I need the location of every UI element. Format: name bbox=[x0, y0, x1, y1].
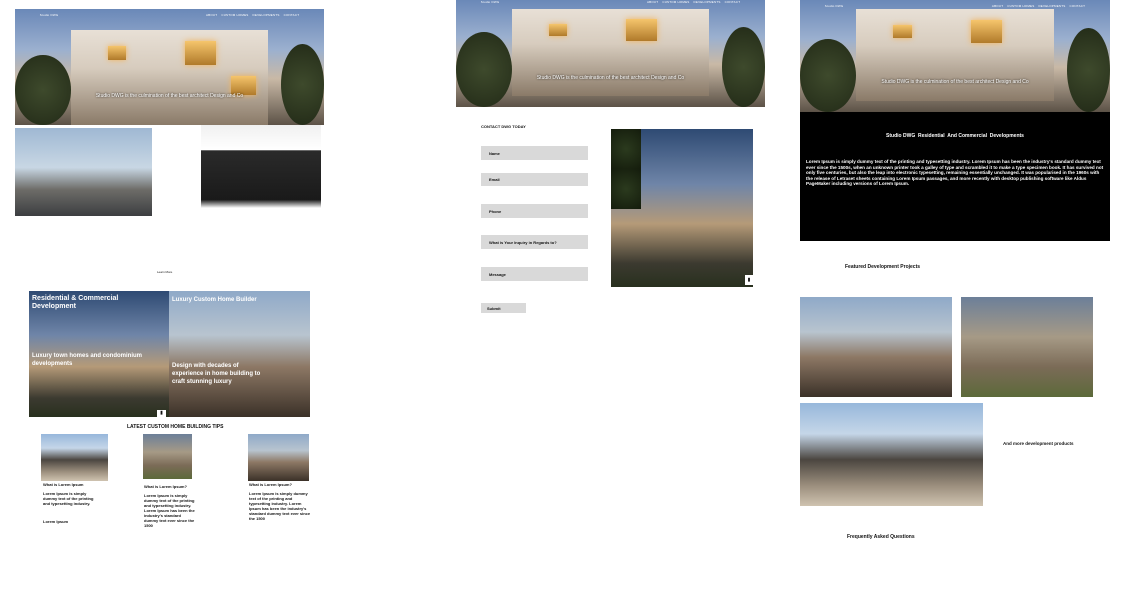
promo-residential-subtitle: Luxury town homes and condominium develo… bbox=[32, 353, 143, 367]
tip-image-2[interactable] bbox=[143, 434, 192, 479]
nav-link-contact[interactable]: CONTACT bbox=[284, 13, 300, 17]
submit-button[interactable]: Submit bbox=[481, 303, 526, 313]
nav-brand-2[interactable]: Studio DWG bbox=[481, 0, 500, 4]
tip-image-3[interactable] bbox=[248, 434, 309, 481]
nav-link-developments-2[interactable]: DEVELOPMENTS bbox=[694, 0, 721, 4]
nav-brand[interactable]: Studio DWG bbox=[40, 13, 59, 17]
nav-link-about-2[interactable]: ABOUT bbox=[647, 0, 658, 4]
nav-link-custom-homes-3[interactable]: CUSTOM HOMES bbox=[1007, 4, 1034, 8]
hero-caption-2: Studio DWG is the culmination of the bes… bbox=[536, 75, 685, 81]
tip-body-1: Lorem Ipsum is simply dummy text of the … bbox=[43, 491, 94, 506]
tips-heading: LATEST CUSTOM HOME BUILDING TIPS bbox=[127, 424, 224, 430]
promo-custom-home-title: Luxury Custom Home Builder bbox=[172, 297, 257, 303]
promo-custom-home-subtitle: Design with decades of experience in hom… bbox=[172, 363, 261, 385]
promo-residential-title: Residential & Commercial Development bbox=[32, 295, 119, 310]
featured-project-3[interactable] bbox=[800, 403, 983, 506]
developments-body: Lorem Ipsum is simply dummy text of the … bbox=[806, 159, 1104, 187]
hero-image-2 bbox=[511, 8, 710, 97]
nav-link-contact-2[interactable]: CONTACT bbox=[725, 0, 741, 4]
email-field[interactable]: Email bbox=[481, 173, 588, 186]
hero-banner-2: Studio DWG ABOUT CUSTOM HOMES DEVELOPMEN… bbox=[456, 0, 765, 107]
logo-badge: ▮ bbox=[157, 410, 166, 417]
tip-body-3: Lorem Ipsum is simply dummy text of the … bbox=[249, 491, 311, 521]
hero-banner: Studio DWG ABOUT CUSTOM HOMES DEVELOPMEN… bbox=[15, 9, 324, 125]
featured-project-1[interactable] bbox=[800, 297, 952, 397]
tip-extra-1: Lorem Ipsum bbox=[43, 519, 69, 524]
more-projects-text[interactable]: And more development products bbox=[1003, 441, 1074, 446]
nav-link-developments-3[interactable]: DEVELOPMENTS bbox=[1038, 4, 1065, 8]
nav-link-custom-homes[interactable]: CUSTOM HOMES bbox=[221, 13, 248, 17]
tip-title-2[interactable]: What is Lorem Ipsum? bbox=[144, 484, 204, 489]
faq-heading: Frequently Asked Questions bbox=[847, 534, 915, 540]
tip-image-1[interactable] bbox=[41, 434, 108, 481]
nav-link-contact-3[interactable]: CONTACT bbox=[1070, 4, 1086, 8]
nav-link-custom-homes-2[interactable]: CUSTOM HOMES bbox=[662, 0, 689, 4]
developments-title: Studio DWG Residential And Commercial De… bbox=[886, 133, 1024, 139]
featured-heading: Featured Development Projects bbox=[845, 264, 921, 270]
message-field[interactable]: Message bbox=[481, 267, 588, 281]
logo-badge-2: ▮ bbox=[745, 275, 753, 285]
promo-residential[interactable]: Residential & Commercial Development Lux… bbox=[29, 291, 169, 417]
hero-caption-3: Studio DWG is the culmination of the bes… bbox=[881, 79, 1029, 85]
learn-more-link[interactable]: Learn More bbox=[157, 270, 172, 274]
tip-title-1[interactable]: What is Lorem Ipsum bbox=[43, 482, 103, 487]
featured-project-2[interactable] bbox=[961, 297, 1093, 397]
nav-brand-3[interactable]: Studio DWG bbox=[825, 4, 844, 8]
contact-image: ▮ bbox=[611, 129, 753, 287]
gallery-image-1 bbox=[15, 128, 152, 216]
gallery-image-2 bbox=[201, 125, 321, 208]
nav-link-about[interactable]: ABOUT bbox=[206, 13, 217, 17]
promo-custom-home[interactable]: Luxury Custom Home Builder Design with d… bbox=[169, 291, 310, 417]
inquiry-field[interactable]: What is Your Inquiry in Regards to? bbox=[481, 235, 588, 249]
phone-field[interactable]: Phone bbox=[481, 204, 588, 218]
name-field[interactable]: Name bbox=[481, 146, 588, 160]
contact-heading: CONTACT DWG TODAY bbox=[481, 124, 526, 129]
nav-link-developments[interactable]: DEVELOPMENTS bbox=[253, 13, 280, 17]
developments-section: Studio DWG Residential And Commercial De… bbox=[800, 112, 1110, 241]
tip-title-3[interactable]: What is Lorem Ipsum? bbox=[249, 482, 309, 487]
hero-image-3 bbox=[855, 8, 1055, 101]
hero-banner-3: Studio DWG ABOUT CUSTOM HOMES DEVELOPMEN… bbox=[800, 0, 1110, 112]
nav-link-about-3[interactable]: ABOUT bbox=[992, 4, 1003, 8]
hero-caption: Studio DWG is the culmination of the bes… bbox=[95, 93, 244, 99]
tip-body-2: Lorem Ipsum is simply dummy text of the … bbox=[144, 493, 195, 528]
